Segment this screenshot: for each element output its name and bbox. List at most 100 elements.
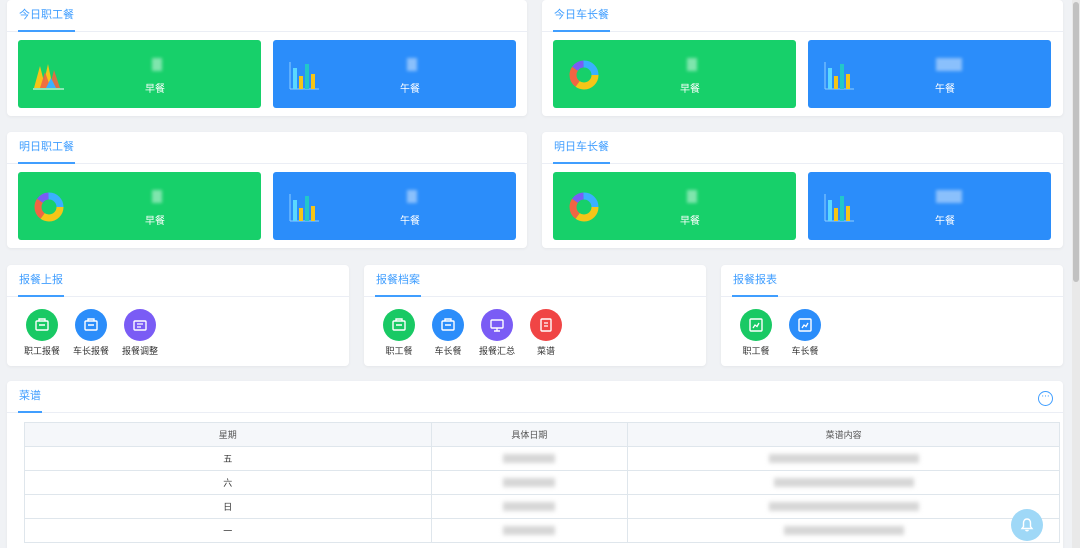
breakfast-label: 早餐	[680, 84, 700, 95]
tomorrow-staff-meal-card: 明日职工餐 早餐 午餐	[7, 132, 527, 248]
shortcut-circle	[75, 309, 107, 341]
meal-adjust-shortcut[interactable]: 报餐调整	[115, 309, 165, 357]
report-chart-icon	[749, 318, 763, 332]
meal-adjust-icon	[133, 320, 147, 331]
meal-report-table-card: 报餐报表 职工餐 车长餐	[721, 265, 1063, 366]
staff-meal-report-table-shortcut[interactable]: 职工餐	[731, 309, 781, 357]
menu-content-cell	[627, 446, 1060, 471]
redacted-date	[503, 501, 556, 511]
captain-meal-report-table-shortcut[interactable]: 车长餐	[780, 309, 830, 357]
breakfast-count	[687, 190, 697, 203]
menu-table: 星期 具体日期 菜谱内容 五 六 日 一	[24, 422, 1060, 543]
lunch-label: 午餐	[935, 216, 955, 227]
breakfast-label: 早餐	[145, 216, 165, 227]
lunch-tile[interactable]: 午餐	[808, 172, 1051, 240]
notification-bell-button[interactable]	[1011, 509, 1043, 541]
redacted-date	[503, 453, 556, 463]
menu-book-icon	[540, 318, 552, 332]
archive-icon	[392, 318, 406, 331]
shortcut-circle	[740, 309, 772, 341]
breakfast-tile[interactable]: 早餐	[553, 40, 796, 108]
shortcut-circle	[789, 309, 821, 341]
shortcut-circle	[432, 309, 464, 341]
bell-icon	[1020, 518, 1034, 532]
card-header: 明日职工餐	[7, 132, 527, 164]
shortcut-circle	[481, 309, 513, 341]
menu-shortcut[interactable]: 菜谱	[521, 309, 571, 357]
card-title: 报餐档案	[375, 265, 421, 297]
breakfast-count	[152, 58, 162, 71]
meal-report-icon	[84, 318, 98, 331]
table-row[interactable]: 日	[24, 494, 1060, 519]
breakfast-count	[687, 58, 697, 71]
redacted-menu	[768, 501, 919, 511]
meal-archive-card: 报餐档案 职工餐 车长餐 报餐汇总 菜谱	[364, 265, 706, 366]
date-cell	[430, 470, 629, 495]
redacted-menu	[783, 525, 904, 535]
redacted-date	[503, 525, 556, 535]
breakfast-tile[interactable]: 早餐	[18, 40, 261, 108]
date-cell	[430, 494, 629, 519]
scrollbar-thumb[interactable]	[1073, 2, 1079, 282]
table-row[interactable]: 五	[24, 446, 1060, 471]
shortcut-label: 报餐调整	[121, 347, 158, 357]
today-captain-meal-card: 今日车长餐 早餐 午餐	[542, 0, 1063, 116]
page-scrollbar[interactable]	[1072, 0, 1080, 548]
captain-meal-report-shortcut[interactable]: 车长报餐	[66, 309, 116, 357]
redacted-menu	[768, 453, 919, 463]
weekday-cell: 五	[24, 446, 432, 471]
redacted-date	[503, 477, 556, 487]
meal-report-card: 报餐上报 职工报餐 车长报餐 报餐调整	[7, 265, 349, 366]
card-title: 今日职工餐	[18, 0, 75, 32]
shortcut-circle	[124, 309, 156, 341]
today-staff-meal-card: 今日职工餐 早餐 午餐	[7, 0, 527, 116]
date-cell	[430, 518, 629, 543]
card-header: 菜谱 ···	[7, 381, 1063, 413]
lunch-tile[interactable]: 午餐	[808, 40, 1051, 108]
card-title: 报餐报表	[732, 265, 778, 297]
breakfast-label: 早餐	[680, 216, 700, 227]
breakfast-tile[interactable]: 早餐	[553, 172, 796, 240]
menu-content-cell	[627, 494, 1060, 519]
staff-meal-archive-shortcut[interactable]: 职工餐	[374, 309, 424, 357]
report-chart-icon	[798, 318, 812, 332]
card-header: 报餐上报	[7, 265, 349, 297]
shortcut-label: 职工餐	[742, 347, 770, 357]
staff-meal-report-shortcut[interactable]: 职工报餐	[17, 309, 67, 357]
lunch-count	[407, 190, 417, 203]
weekday-cell: 一	[24, 518, 432, 543]
card-title: 明日车长餐	[553, 132, 610, 164]
date-cell	[430, 446, 629, 471]
summary-icon	[490, 319, 504, 332]
lunch-tile[interactable]: 午餐	[273, 40, 516, 108]
shortcut-label: 车长餐	[434, 347, 462, 357]
tomorrow-captain-meal-card: 明日车长餐 早餐 午餐	[542, 132, 1063, 248]
shortcut-label: 报餐汇总	[478, 347, 515, 357]
card-title: 明日职工餐	[18, 132, 75, 164]
breakfast-tile[interactable]: 早餐	[18, 172, 261, 240]
table-row[interactable]: 一	[24, 518, 1060, 543]
lunch-label: 午餐	[400, 84, 420, 95]
card-header: 报餐报表	[721, 265, 1063, 297]
card-title: 报餐上报	[18, 265, 64, 297]
column-header-weekday: 星期	[24, 422, 432, 447]
captain-meal-archive-shortcut[interactable]: 车长餐	[423, 309, 473, 357]
shortcut-label: 车长餐	[791, 347, 819, 357]
archive-icon	[441, 318, 455, 331]
shortcut-circle	[26, 309, 58, 341]
meal-summary-shortcut[interactable]: 报餐汇总	[472, 309, 522, 357]
lunch-label: 午餐	[935, 84, 955, 95]
table-row[interactable]: 六	[24, 470, 1060, 495]
lunch-count	[936, 58, 962, 71]
menu-card: 菜谱 ··· 星期 具体日期 菜谱内容 五 六 日 一	[7, 381, 1063, 548]
shortcut-circle	[530, 309, 562, 341]
card-header: 报餐档案	[364, 265, 706, 297]
card-title: 今日车长餐	[553, 0, 610, 32]
weekday-cell: 六	[24, 470, 432, 495]
card-header: 今日职工餐	[7, 0, 527, 32]
more-icon[interactable]: ···	[1038, 391, 1053, 406]
breakfast-count	[152, 190, 162, 203]
lunch-tile[interactable]: 午餐	[273, 172, 516, 240]
card-header: 今日车长餐	[542, 0, 1063, 32]
lunch-label: 午餐	[400, 216, 420, 227]
